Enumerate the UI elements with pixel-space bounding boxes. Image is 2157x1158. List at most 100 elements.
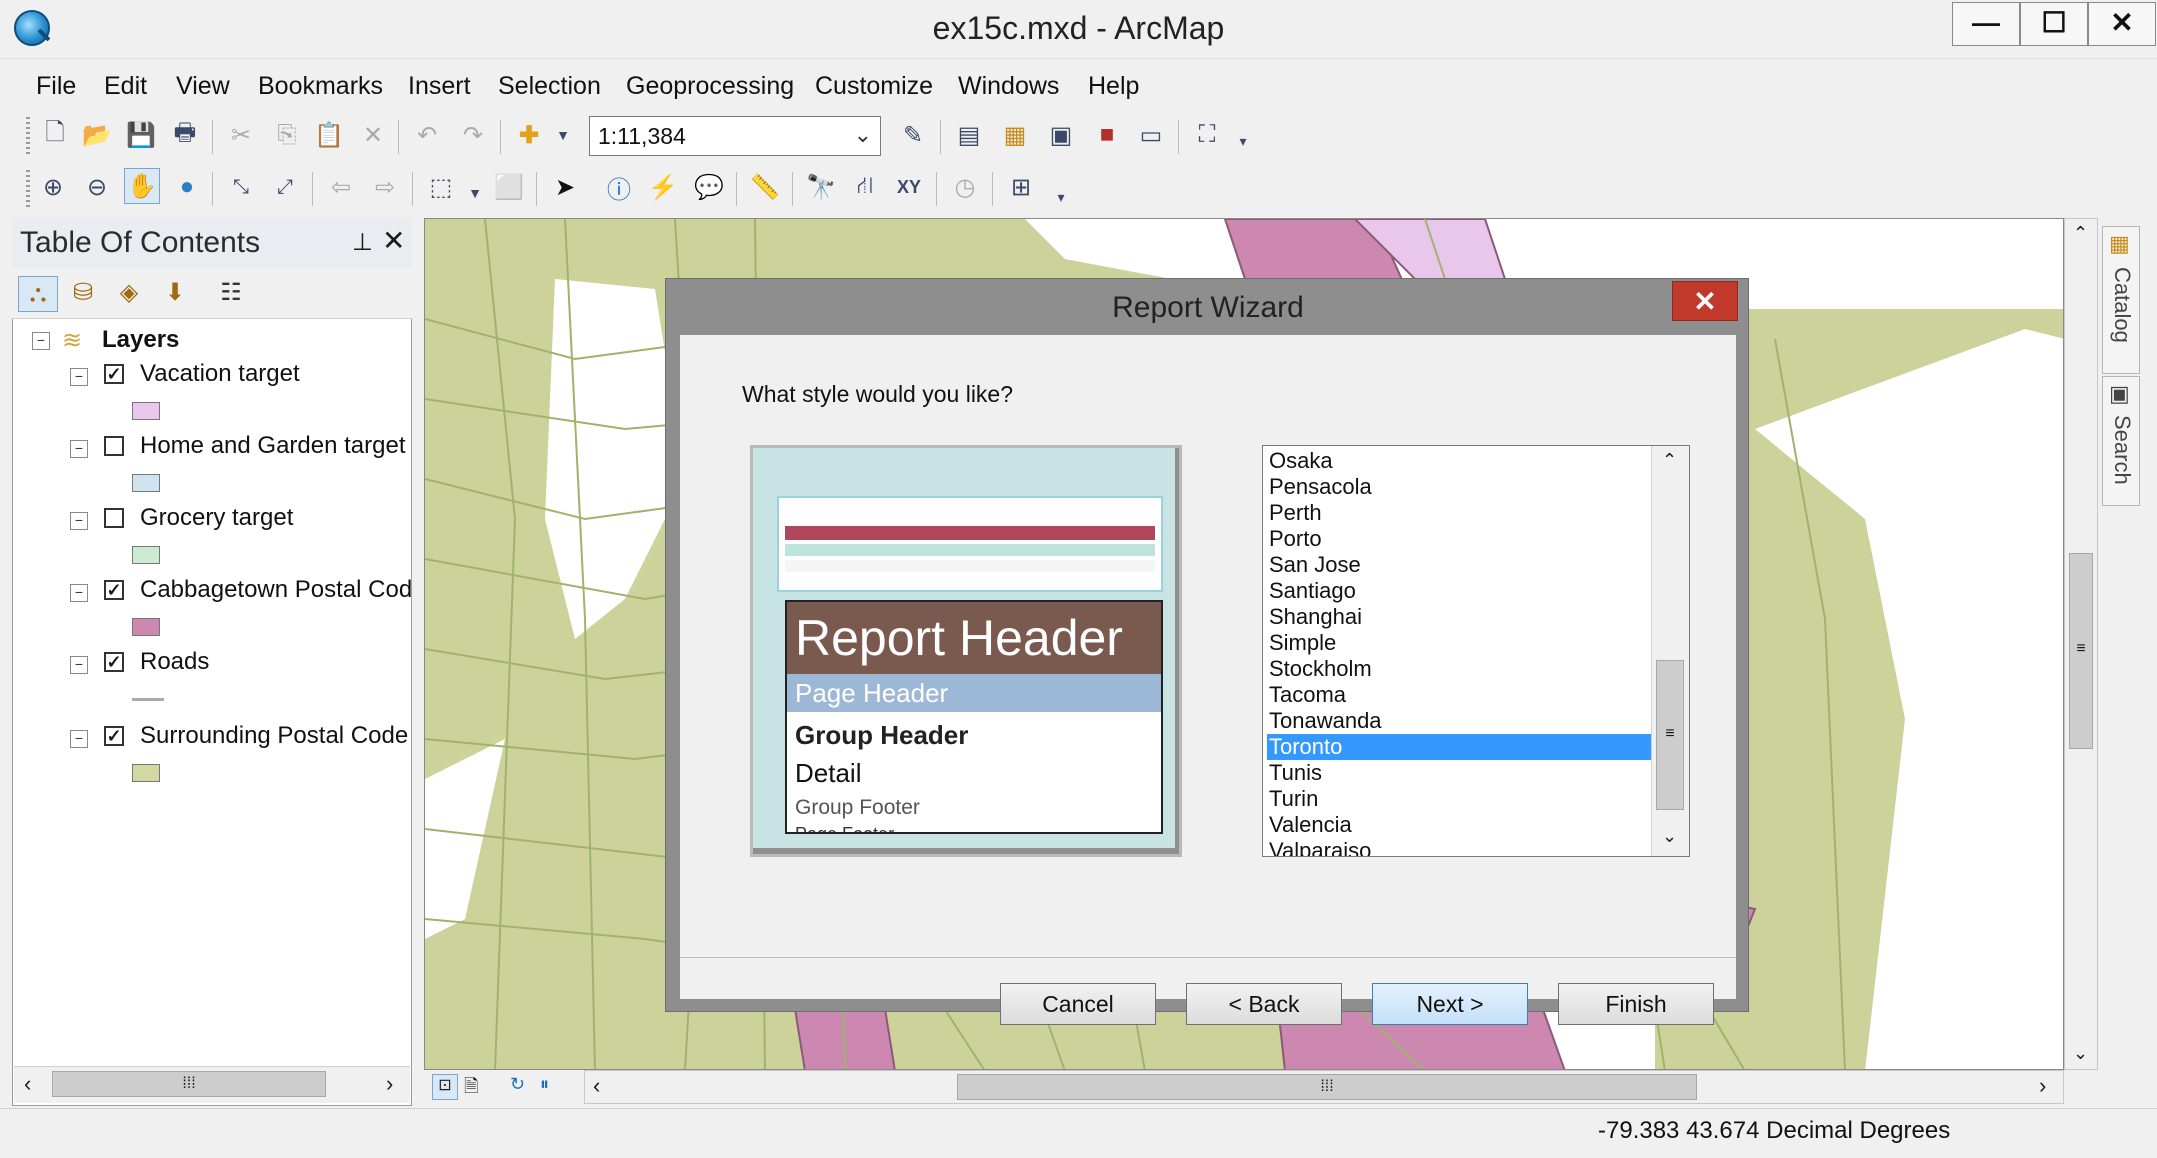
print-icon[interactable]: 🖶 xyxy=(168,118,202,152)
toc-horizontal-scrollbar[interactable]: ‹ ⁞⁞⁞ › xyxy=(14,1066,410,1103)
save-icon[interactable]: 💾 xyxy=(124,118,158,152)
search-tab[interactable]: ▣ Search xyxy=(2102,376,2140,506)
search-window-icon[interactable]: ▣ xyxy=(1044,118,1078,152)
menu-windows[interactable]: Windows xyxy=(958,72,1059,101)
style-list-item[interactable]: Shanghai xyxy=(1267,604,1651,630)
menu-bookmarks[interactable]: Bookmarks xyxy=(258,72,383,101)
layer-visibility-checkbox[interactable] xyxy=(104,508,124,528)
style-list-item[interactable]: Tonawanda xyxy=(1267,708,1651,734)
scroll-left-icon[interactable]: ‹ xyxy=(593,1073,600,1099)
layer-visibility-checkbox[interactable]: ✓ xyxy=(104,652,124,672)
data-view-icon[interactable]: ⊡ xyxy=(432,1074,458,1100)
menu-customize[interactable]: Customize xyxy=(815,72,933,101)
collapse-layer-icon[interactable]: − xyxy=(70,512,88,530)
map-horizontal-scrollbar[interactable]: ‹ ⁞⁞⁞ › xyxy=(584,1070,2064,1104)
minimize-button[interactable]: — xyxy=(1952,2,2020,46)
list-by-drawing-order-icon[interactable]: ⛬ xyxy=(18,276,58,312)
layers-root-label[interactable]: Layers xyxy=(102,326,179,354)
chevron-down-icon[interactable]: ⌄ xyxy=(854,122,872,148)
scroll-down-icon[interactable]: ⌄ xyxy=(2073,1043,2088,1064)
paste-icon[interactable]: 📋 xyxy=(312,118,346,152)
pin-icon[interactable]: ⊥ xyxy=(352,228,373,257)
style-list-item[interactable]: Tacoma xyxy=(1267,682,1651,708)
style-list-item[interactable]: Perth xyxy=(1267,500,1651,526)
close-icon[interactable]: ✕ xyxy=(382,224,405,257)
menu-view[interactable]: View xyxy=(176,72,230,101)
full-extent-icon[interactable]: ● xyxy=(170,170,204,204)
layer-symbol-swatch[interactable] xyxy=(132,402,160,420)
style-list-item[interactable]: Simple xyxy=(1267,630,1651,656)
collapse-layer-icon[interactable]: − xyxy=(70,368,88,386)
redo-icon[interactable]: ↷ xyxy=(456,118,490,152)
select-features-icon[interactable]: ⬚ xyxy=(424,170,458,204)
finish-button[interactable]: Finish xyxy=(1558,983,1714,1025)
menu-file[interactable]: File xyxy=(36,72,76,101)
style-list-item[interactable]: Pensacola xyxy=(1267,474,1651,500)
style-list-item[interactable]: Turin xyxy=(1267,786,1651,812)
map-scale-combobox[interactable]: 1:11,384 ⌄ xyxy=(589,116,881,156)
layer-visibility-checkbox[interactable]: ✓ xyxy=(104,726,124,746)
add-data-dropdown-icon[interactable]: ▼ xyxy=(546,118,580,152)
cancel-button[interactable]: Cancel xyxy=(1000,983,1156,1025)
scroll-thumb[interactable]: ≡ xyxy=(2069,553,2093,749)
python-window-icon[interactable]: ▭ xyxy=(1134,118,1168,152)
layer-label[interactable]: Grocery target xyxy=(140,504,293,532)
maximize-button[interactable]: ☐ xyxy=(2020,2,2088,46)
layer-visibility-checkbox[interactable]: ✓ xyxy=(104,580,124,600)
layer-symbol-swatch[interactable] xyxy=(132,764,160,782)
style-list-item[interactable]: Valparaiso xyxy=(1267,838,1651,856)
zoom-in-icon[interactable]: ⊕ xyxy=(36,170,70,204)
layer-symbol-swatch[interactable] xyxy=(132,546,160,564)
pan-icon[interactable]: ✋ xyxy=(124,168,160,204)
select-features-dropdown-icon[interactable]: ▼ xyxy=(458,176,492,210)
model-builder-icon[interactable]: ⛶ xyxy=(1190,118,1224,152)
scroll-down-icon[interactable]: ⌄ xyxy=(1662,826,1677,847)
layer-label[interactable]: Cabbagetown Postal Cod xyxy=(140,576,412,604)
collapse-layer-icon[interactable]: − xyxy=(70,440,88,458)
catalog-window-icon[interactable]: ▦ xyxy=(998,118,1032,152)
go-to-xy-icon[interactable]: XY xyxy=(892,170,926,204)
menu-edit[interactable]: Edit xyxy=(104,72,147,101)
back-extent-icon[interactable]: ⇦ xyxy=(324,170,358,204)
find-icon[interactable]: 🔭 xyxy=(804,170,838,204)
toolbar-options-icon[interactable]: ▾ xyxy=(1044,180,1078,214)
style-list-item[interactable]: Stockholm xyxy=(1267,656,1651,682)
style-list-item[interactable]: Santiago xyxy=(1267,578,1651,604)
scroll-thumb[interactable]: ⁞⁞⁞ xyxy=(957,1074,1697,1100)
toolbar-grip[interactable] xyxy=(26,170,30,208)
scroll-thumb[interactable]: ≡ xyxy=(1656,660,1684,810)
menu-help[interactable]: Help xyxy=(1088,72,1139,101)
back-button[interactable]: < Back xyxy=(1186,983,1342,1025)
table-of-contents-icon[interactable]: ▤ xyxy=(952,118,986,152)
arctoolbox-icon[interactable]: ■ xyxy=(1090,118,1124,152)
layer-symbol-line[interactable] xyxy=(132,698,164,701)
scroll-up-icon[interactable]: ⌃ xyxy=(2073,223,2088,244)
style-list-item-selected[interactable]: Toronto xyxy=(1267,734,1651,760)
map-vertical-scrollbar[interactable]: ⌃ ≡ ⌄ xyxy=(2064,218,2098,1070)
layer-symbol-swatch[interactable] xyxy=(132,618,160,636)
open-folder-icon[interactable]: 📂 xyxy=(80,118,114,152)
measure-icon[interactable]: 📏 xyxy=(748,170,782,204)
copy-icon[interactable]: ⎘ xyxy=(270,118,304,152)
cut-icon[interactable]: ✂ xyxy=(224,118,258,152)
list-by-source-icon[interactable]: ⛁ xyxy=(64,276,102,310)
fixed-zoom-in-icon[interactable]: ⤡ xyxy=(224,170,258,204)
style-list-item[interactable]: Valencia xyxy=(1267,812,1651,838)
hyperlink-icon[interactable]: ⚡ xyxy=(646,170,680,204)
collapse-layer-icon[interactable]: − xyxy=(70,584,88,602)
dialog-close-button[interactable]: ✕ xyxy=(1672,281,1738,321)
close-button[interactable]: ✕ xyxy=(2088,2,2156,46)
style-list-scrollbar[interactable]: ⌃ ≡ ⌄ xyxy=(1651,446,1689,856)
find-route-icon[interactable]: ⛙ xyxy=(848,170,882,204)
style-list-item[interactable]: Tunis xyxy=(1267,760,1651,786)
layer-visibility-checkbox[interactable]: ✓ xyxy=(104,364,124,384)
style-list-item[interactable]: Osaka xyxy=(1267,448,1651,474)
scroll-thumb[interactable]: ⁞⁞⁞ xyxy=(52,1071,326,1097)
scroll-left-icon[interactable]: ‹ xyxy=(24,1071,31,1097)
html-popup-icon[interactable]: 💬 xyxy=(692,170,726,204)
editor-toolbar-icon[interactable]: ✎ xyxy=(896,118,930,152)
catalog-tab[interactable]: ▦ Catalog xyxy=(2102,226,2140,374)
scroll-up-icon[interactable]: ⌃ xyxy=(1662,450,1677,471)
viewer-window-icon[interactable]: ⊞ xyxy=(1004,170,1038,204)
zoom-out-icon[interactable]: ⊖ xyxy=(80,170,114,204)
